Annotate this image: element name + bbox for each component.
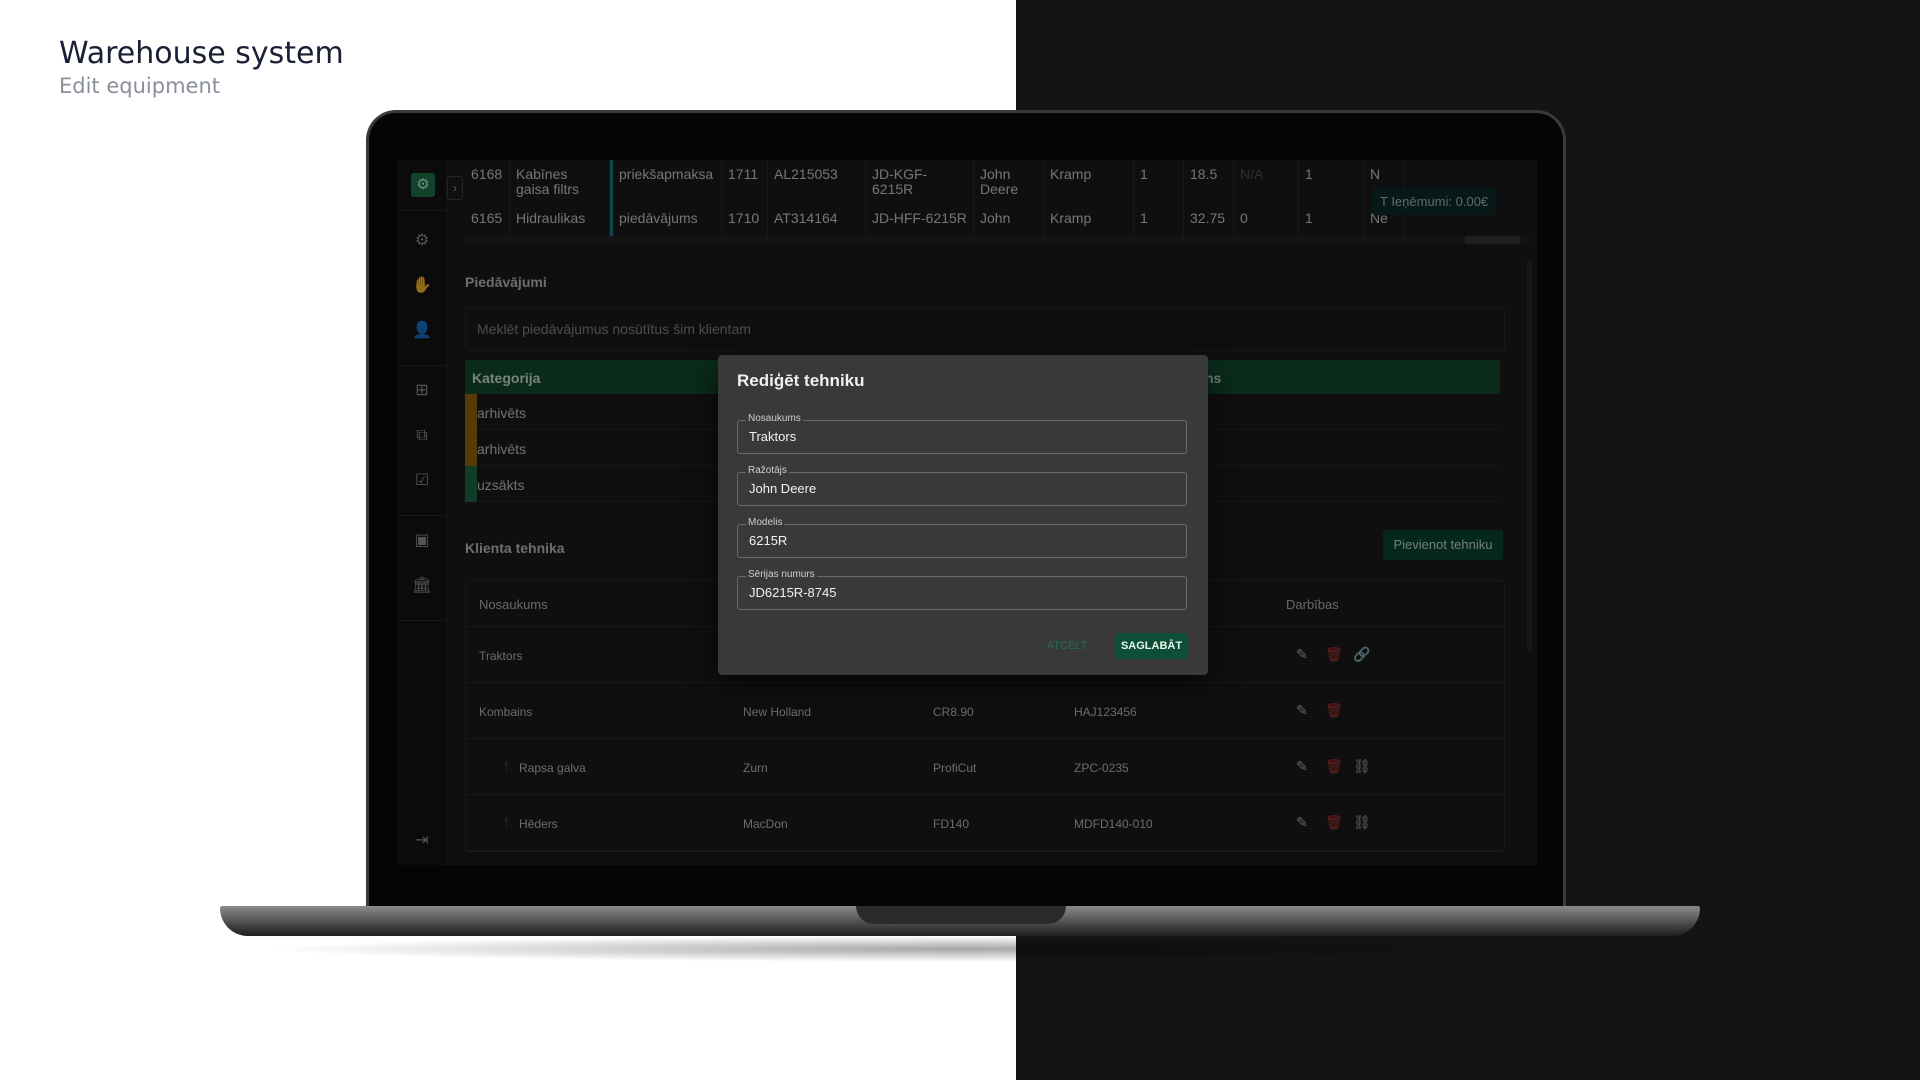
field-label: Modelis [746, 517, 785, 528]
model-field[interactable]: Modelis [737, 517, 1187, 558]
name-input[interactable] [749, 429, 1169, 444]
dialog-title: Rediģēt tehniku [737, 371, 865, 390]
app-screen: ⚙ ⚙ ✋ 👤 ⊞ ⧉ ☑ ▣ 🏛 ⇥ › 6168 Kabīnes gaisa … [397, 160, 1537, 865]
model-input[interactable] [749, 533, 1169, 548]
laptop-notch [856, 906, 1066, 924]
manufacturer-field[interactable]: Ražotājs [737, 465, 1187, 506]
cancel-button[interactable]: ATCELT [1042, 635, 1092, 657]
name-field[interactable]: Nosaukums [737, 413, 1187, 454]
save-button[interactable]: SAGLABĀT [1115, 633, 1188, 659]
caption-title: Warehouse system [59, 36, 344, 71]
caption-subtitle: Edit equipment [59, 74, 220, 98]
laptop-shadow [260, 936, 1660, 962]
serial-number-input[interactable] [749, 585, 1169, 600]
field-label: Ražotājs [746, 465, 789, 476]
field-label: Nosaukums [746, 413, 803, 424]
field-label: Sērijas numurs [746, 569, 817, 580]
serial-number-field[interactable]: Sērijas numurs [737, 569, 1187, 610]
manufacturer-input[interactable] [749, 481, 1169, 496]
edit-equipment-dialog: Rediģēt tehniku Nosaukums Ražotājs Model… [718, 355, 1208, 675]
